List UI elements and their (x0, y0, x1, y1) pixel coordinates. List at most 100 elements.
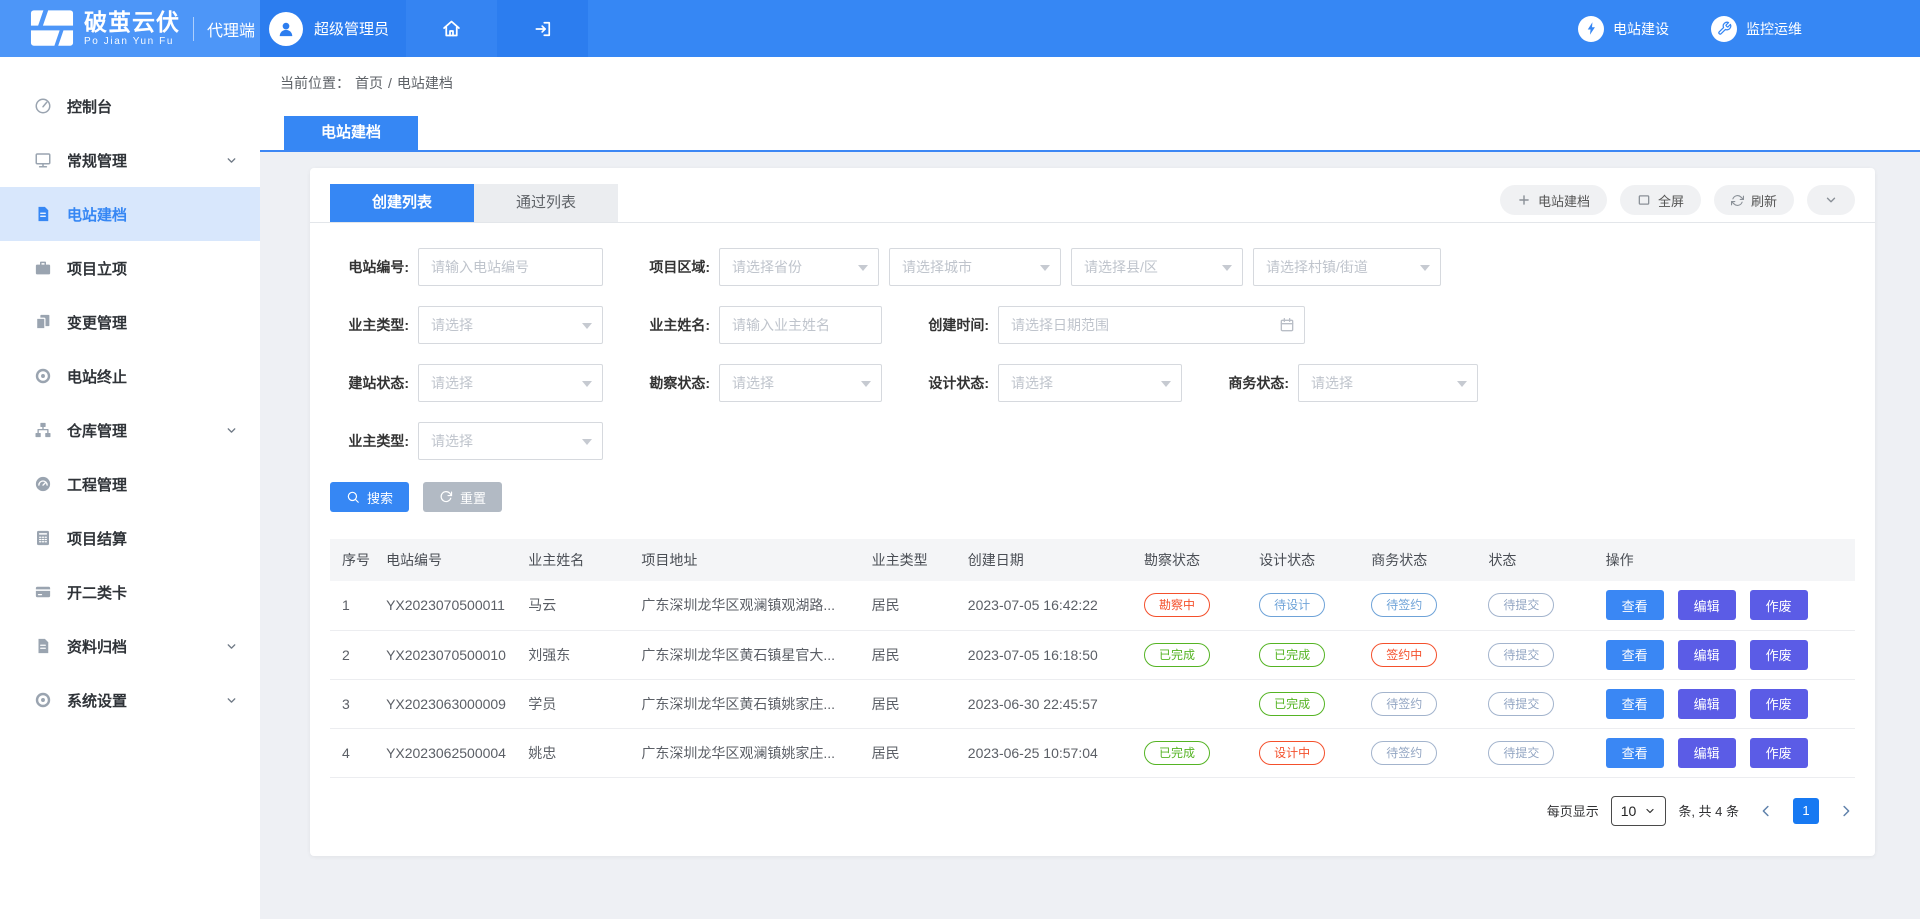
tab-passed-list[interactable]: 通过列表 (474, 184, 618, 222)
home-button[interactable] (406, 0, 497, 57)
edit-button[interactable]: 编辑 (1678, 590, 1736, 620)
reset-button-label: 重置 (460, 488, 486, 507)
total-label: 条, 共 4 条 (1678, 801, 1739, 820)
page-tab[interactable]: 电站建档 (284, 116, 418, 150)
owner-name-input[interactable] (720, 307, 881, 343)
tab-create-list[interactable]: 创建列表 (330, 184, 474, 222)
logo-text: 破茧云伏 Po Jian Yun Fu (84, 10, 180, 46)
sidebar-item-label: 电站终止 (67, 366, 127, 387)
dashboard-icon (34, 475, 52, 493)
view-button[interactable]: 查看 (1606, 640, 1664, 670)
toolbar-collapse-button[interactable] (1807, 185, 1855, 215)
toolbar-refresh-button[interactable]: 刷新 (1714, 185, 1794, 215)
edit-button[interactable]: 编辑 (1678, 738, 1736, 768)
filter-label: 业主类型: (330, 315, 418, 335)
sidebar-item-general-mgmt[interactable]: 常规管理 (0, 133, 260, 187)
sidebar-item-label: 项目结算 (67, 528, 127, 549)
void-button[interactable]: 作废 (1750, 640, 1808, 670)
header-link-station-build[interactable]: 电站建设 (1578, 16, 1669, 42)
city-select[interactable]: 请选择城市 (889, 248, 1061, 286)
search-button[interactable]: 搜索 (330, 482, 409, 512)
owner-type-2-select[interactable]: 请选择 (418, 422, 603, 460)
login-button[interactable] (497, 0, 588, 57)
filter-form: 电站编号:项目区域:请选择省份请选择城市请选择县/区请选择村镇/街道业主类型:请… (310, 223, 1875, 460)
breadcrumb-prefix: 当前位置： (280, 73, 350, 93)
cell-design-status: 已完成 (1253, 679, 1365, 728)
cell-created: 2023-06-25 10:57:04 (962, 728, 1138, 777)
breadcrumb-home[interactable]: 首页 (355, 73, 383, 93)
sidebar-item-system-settings[interactable]: 系统设置 (0, 673, 260, 727)
status-badge: 已完成 (1144, 741, 1210, 765)
sidebar-item-warehouse-mgmt[interactable]: 仓库管理 (0, 403, 260, 457)
filter-label: 业主类型: (330, 431, 418, 451)
search-button-label: 搜索 (367, 488, 393, 507)
sidebar-item-change-mgmt[interactable]: 变更管理 (0, 295, 260, 349)
calculator-icon (34, 529, 52, 547)
design-status-select[interactable]: 请选择 (998, 364, 1182, 402)
town-select[interactable]: 请选择村镇/街道 (1253, 248, 1441, 286)
target-icon (34, 691, 52, 709)
void-button[interactable]: 作废 (1750, 689, 1808, 719)
edit-button[interactable]: 编辑 (1678, 640, 1736, 670)
toolbar-fullscreen-button[interactable]: 全屏 (1620, 185, 1701, 215)
caret-down-icon (861, 381, 871, 387)
breadcrumb: 当前位置： 首页 / 电站建档 (260, 57, 1920, 108)
create-time-input[interactable] (999, 307, 1304, 343)
county-select[interactable]: 请选择县/区 (1071, 248, 1243, 286)
logo-icon (30, 10, 74, 47)
sidebar-item-console[interactable]: 控制台 (0, 79, 260, 133)
chevron-down-icon (225, 154, 238, 167)
current-page[interactable]: 1 (1793, 798, 1819, 824)
cell-address: 广东深圳龙华区观澜镇姚家庄... (635, 728, 865, 777)
cell-design-status: 设计中 (1253, 728, 1365, 777)
toolbar-create-button[interactable]: 电站建档 (1500, 185, 1607, 215)
province-select[interactable]: 请选择省份 (719, 248, 879, 286)
status-badge: 待提交 (1488, 643, 1554, 667)
col-header-owner: 业主姓名 (522, 539, 635, 581)
table-row: 2YX2023070500010刘强东广东深圳龙华区黄石镇星官大...居民202… (330, 630, 1855, 679)
cell-business-status: 待签约 (1365, 728, 1482, 777)
table-header-row: 序号电站编号业主姓名项目地址业主类型创建日期勘察状态设计状态商务状态状态操作 (330, 539, 1855, 581)
caret-down-icon (1457, 381, 1467, 387)
reset-button[interactable]: 重置 (423, 482, 502, 512)
filter-field-owner-type: 业主类型: 请选择 (330, 306, 603, 344)
sidebar-item-engineering-mgmt[interactable]: 工程管理 (0, 457, 260, 511)
filter-field-owner-name: 业主姓名: (631, 306, 882, 344)
edit-button[interactable]: 编辑 (1678, 689, 1736, 719)
header-link-monitor-ops[interactable]: 监控运维 (1711, 16, 1802, 42)
cell-owner-type: 居民 (866, 679, 962, 728)
view-button[interactable]: 查看 (1606, 689, 1664, 719)
page-size-select[interactable]: 10 (1611, 796, 1667, 826)
avatar (269, 12, 303, 46)
view-button[interactable]: 查看 (1606, 590, 1664, 620)
void-button[interactable]: 作废 (1750, 738, 1808, 768)
table-body: 1YX2023070500011马云广东深圳龙华区观澜镇观湖路...居民2023… (330, 581, 1855, 777)
filter-label: 电站编号: (330, 257, 418, 277)
sidebar-item-project-settlement[interactable]: 项目结算 (0, 511, 260, 565)
chevron-down-icon (1824, 193, 1838, 207)
station-code-input[interactable] (419, 249, 602, 285)
owner-type-select[interactable]: 请选择 (418, 306, 603, 344)
caret-down-icon (582, 323, 592, 329)
sidebar-item-project-initiation[interactable]: 项目立项 (0, 241, 260, 295)
select-placeholder: 请选择 (431, 315, 473, 335)
next-page-button[interactable] (1837, 802, 1855, 820)
build-status-select[interactable]: 请选择 (418, 364, 603, 402)
view-button[interactable]: 查看 (1606, 738, 1664, 768)
status-badge: 待提交 (1488, 692, 1554, 716)
survey-status-select[interactable]: 请选择 (719, 364, 882, 402)
prev-page-button[interactable] (1757, 802, 1775, 820)
toolbar-refresh-label: 刷新 (1751, 191, 1777, 210)
void-button[interactable]: 作废 (1750, 590, 1808, 620)
sidebar-item-type2-card[interactable]: 开二类卡 (0, 565, 260, 619)
sidebar-item-data-archive[interactable]: 资料归档 (0, 619, 260, 673)
fullscreen-icon (1637, 193, 1651, 207)
filter-field-owner-type-2: 业主类型:请选择 (330, 422, 603, 460)
sidebar-item-station-archive[interactable]: 电站建档 (0, 187, 260, 241)
sidebar-item-label: 变更管理 (67, 312, 127, 333)
user-menu[interactable]: 超级管理员 (260, 0, 406, 57)
briefcase-icon (34, 259, 52, 277)
business-status-select[interactable]: 请选择 (1298, 364, 1478, 402)
filter-row: 业主类型:请选择 (330, 422, 1855, 460)
sidebar-item-station-termination[interactable]: 电站终止 (0, 349, 260, 403)
